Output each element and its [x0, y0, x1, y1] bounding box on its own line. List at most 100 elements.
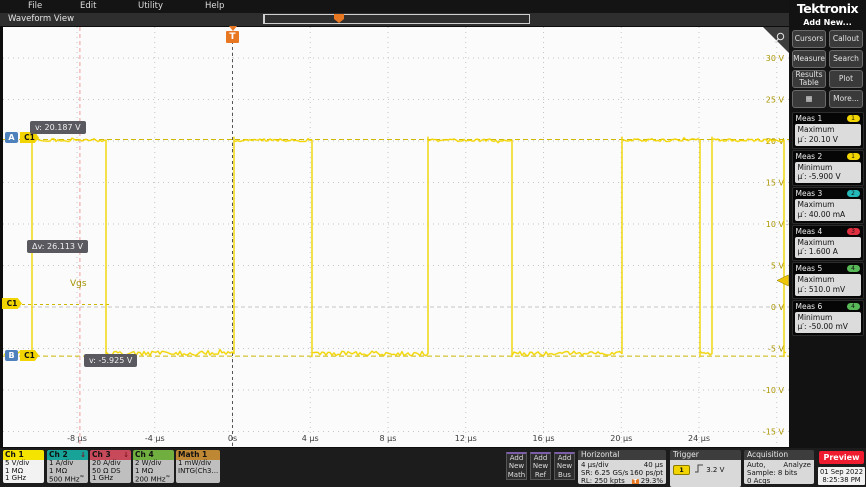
cursor-a-readout: v: 20.187 V: [30, 121, 86, 134]
channel-bandwidth: 1 GHz: [92, 475, 129, 483]
tektronix-logo: Tektronix: [789, 1, 866, 16]
meas-type: Minimum: [798, 313, 858, 323]
add-new-ref-button[interactable]: Add New Ref: [530, 452, 551, 480]
meas-source-badge: 1: [847, 115, 860, 122]
meas-badge-2[interactable]: Meas 21 Minimumμ′: -5.900 V: [792, 150, 864, 187]
overview-trigger-marker[interactable]: [334, 14, 344, 23]
acquisition-title: Acquisition: [744, 450, 814, 460]
meas-title: Meas 1: [796, 114, 823, 123]
time: 8:25:38 PM: [818, 476, 865, 484]
channel-badge-ch4[interactable]: Ch 4 2 W/div1 MΩ200 MHz≈: [133, 450, 174, 483]
meas-value: μ′: 40.00 mA: [798, 210, 858, 220]
meas-value: μ′: 510.0 mV: [798, 285, 858, 295]
preview-button[interactable]: Preview: [819, 451, 864, 464]
horizontal-title: Horizontal: [578, 450, 666, 460]
menu-file[interactable]: File: [28, 1, 42, 11]
svg-text:10 V: 10 V: [766, 220, 785, 229]
meas-badge-3[interactable]: Meas 32 Maximumμ′: 40.00 mA: [792, 187, 864, 224]
acquisition-count: 0 Acqs: [747, 477, 811, 484]
bw-limit-icon: ≈: [80, 474, 85, 480]
svg-text:30 V: 30 V: [766, 54, 785, 63]
meas-title: Meas 3: [796, 189, 823, 198]
horizontal-record-length: RL: 250 kpts: [581, 477, 625, 484]
svg-text:0 V: 0 V: [771, 303, 785, 312]
svg-text:5 V: 5 V: [771, 262, 785, 271]
meas-type: Maximum: [798, 125, 858, 135]
cursor-delta-readout: Δv: 26.113 V: [27, 240, 88, 253]
waveform-display[interactable]: -8 μs-4 μs0s4 μs8 μs12 μs16 μs20 μs24 μs…: [0, 0, 789, 450]
svg-text:-15 V: -15 V: [763, 428, 785, 437]
more-button[interactable]: More...: [829, 90, 863, 108]
horizontal-position: 29.3%: [641, 477, 663, 484]
math-expression: INTG(Ch3...: [178, 468, 218, 476]
svg-text:25 V: 25 V: [766, 96, 785, 105]
cursors-button[interactable]: Cursors: [792, 30, 826, 48]
mask-button[interactable]: ▦: [792, 90, 826, 108]
mask-grid-icon: ▦: [805, 95, 812, 103]
meas-value: μ′: -50.00 mV: [798, 322, 858, 332]
clipping-arrow-icon: ↓: [123, 450, 129, 460]
trigger-position-icon: T: [632, 479, 639, 484]
tab-waveform-view[interactable]: Waveform View: [8, 14, 74, 24]
trigger-source-badge: 1: [673, 465, 690, 475]
channel-badge-ch1[interactable]: Ch 1 5 V/div1 MΩ1 GHz: [3, 450, 44, 483]
acquisition-overview-bar[interactable]: [263, 14, 530, 24]
cursor-b-badge[interactable]: B: [5, 350, 18, 361]
menu-edit[interactable]: Edit: [80, 1, 96, 11]
channel-bandwidth: 1 GHz: [5, 475, 42, 483]
channel-bandwidth: 200 MHz: [135, 475, 166, 483]
channel-badge-ch2[interactable]: Ch 2↓ 1 A/div1 MΩ500 MHz≈: [47, 450, 88, 483]
meas-value: μ′: 20.10 V: [798, 135, 858, 145]
meas-type: Maximum: [798, 275, 858, 285]
horizontal-window: 40 μs: [644, 461, 663, 469]
channel-badge-ch3[interactable]: Ch 3↓ 20 A/div50 Ω DS1 GHz: [90, 450, 131, 483]
cursor-b-readout: v: -5.925 V: [84, 354, 137, 367]
horizontal-sample-rate: SR: 6.25 GS/s: [581, 469, 628, 477]
date-time-display: 01 Sep 2022 8:25:38 PM: [818, 467, 865, 485]
trigger-badge[interactable]: Trigger 1 3.2 V: [670, 450, 741, 487]
add-new-math-button[interactable]: Add New Math: [506, 452, 527, 480]
horizontal-resolution: 160 ps/pt: [630, 469, 663, 477]
meas-type: Maximum: [798, 238, 858, 248]
plot-button[interactable]: Plot: [829, 70, 863, 88]
svg-text:15 V: 15 V: [766, 179, 785, 188]
meas-badge-5[interactable]: Meas 5 4 Maximumμ′: 510.0 mV: [792, 262, 864, 299]
trigger-level: 3.2 V: [706, 466, 724, 474]
meas-badge-1[interactable]: Meas 1 1 Maximumμ′: 20.10 V: [792, 112, 864, 149]
add-new-label: Add New...: [789, 18, 866, 27]
acquisition-badge[interactable]: Acquisition Auto,Analyze Sample: 8 bits …: [744, 450, 814, 484]
search-button[interactable]: Search: [829, 50, 863, 68]
meas-title: Meas 2: [796, 152, 823, 161]
trigger-title: Trigger: [670, 450, 741, 460]
svg-text:20 μs: 20 μs: [610, 434, 632, 443]
cursor-a-badge[interactable]: A: [5, 132, 18, 143]
callout-button[interactable]: Callout: [829, 30, 863, 48]
math-badge-math1[interactable]: Math 1 1 mW/divINTG(Ch3...: [176, 450, 220, 483]
horizontal-badge[interactable]: Horizontal 4 μs/div40 μs SR: 6.25 GS/s16…: [578, 450, 666, 484]
meas-title: Meas 5: [796, 264, 823, 273]
meas-source-badge: 4: [847, 265, 860, 272]
meas-source-badge: 4: [847, 303, 860, 310]
clipping-arrow-icon: ↓: [80, 450, 86, 460]
acquisition-mode: Auto,: [747, 461, 765, 469]
rising-edge-icon: [694, 464, 704, 473]
meas-title: Meas 4: [796, 227, 823, 236]
svg-text:-5 V: -5 V: [768, 345, 785, 354]
meas-badge-4[interactable]: Meas 43 Maximumμ′: 1.600 A: [792, 225, 864, 262]
waveform-label-vgs: Vgs: [70, 279, 87, 289]
menu-help[interactable]: Help: [205, 1, 224, 11]
svg-text:24 μs: 24 μs: [688, 434, 710, 443]
measure-button[interactable]: Measure: [792, 50, 826, 68]
date: 01 Sep 2022: [818, 468, 865, 476]
meas-type: Minimum: [798, 163, 858, 173]
svg-text:-8 μs: -8 μs: [67, 434, 87, 443]
menu-utility[interactable]: Utility: [138, 1, 163, 11]
bw-limit-icon: ≈: [166, 474, 171, 480]
meas-badge-6[interactable]: Meas 64 Minimumμ′: -50.00 mV: [792, 300, 864, 337]
add-new-bus-button[interactable]: Add New Bus: [554, 452, 575, 480]
meas-source-badge: 1: [847, 153, 860, 160]
bottom-bar: Ch 1 5 V/div1 MΩ1 GHz Ch 2↓ 1 A/div1 MΩ5…: [0, 448, 866, 487]
right-panel: Tektronix Add New... Cursors Callout Mea…: [789, 0, 866, 448]
results-table-button[interactable]: Results Table: [792, 70, 826, 88]
trigger-position-flag[interactable]: T: [226, 31, 239, 43]
